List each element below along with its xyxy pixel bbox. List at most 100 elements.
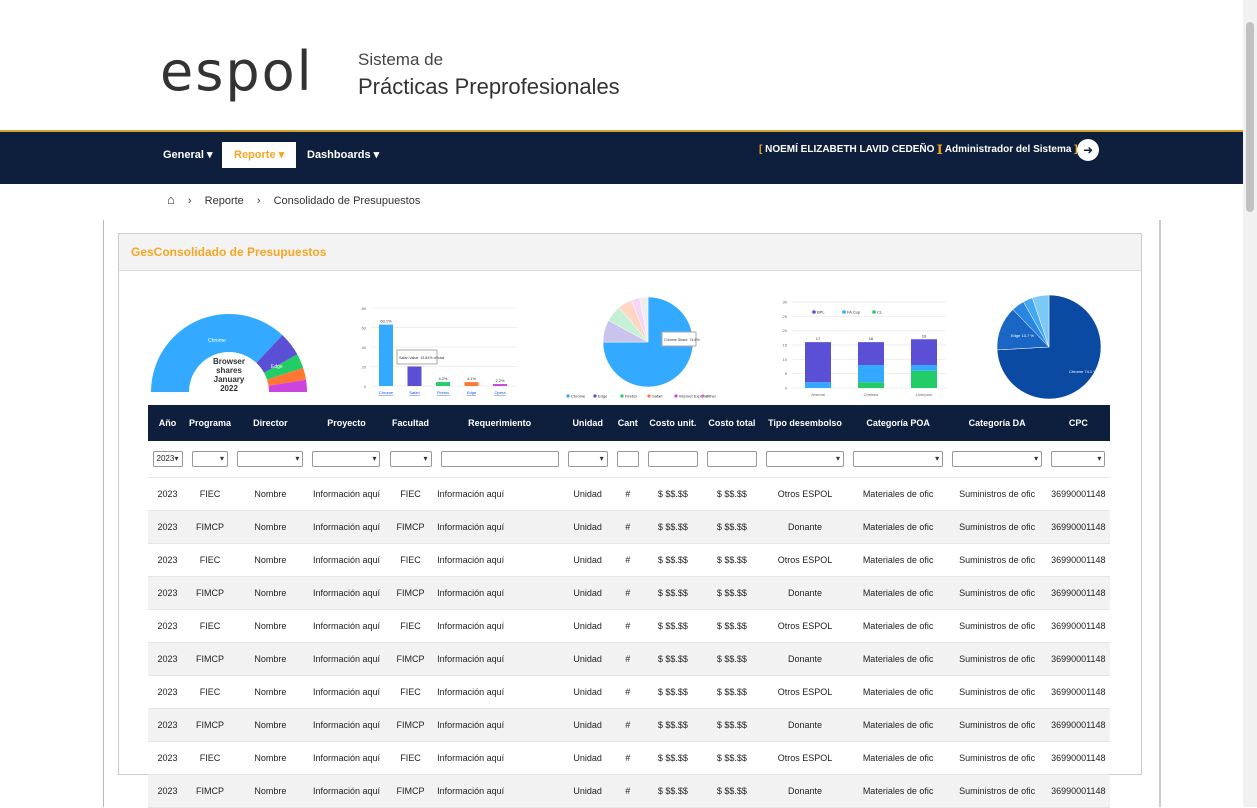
logout-icon[interactable]: ➜: [1077, 139, 1099, 161]
col-header[interactable]: Categoría POA: [848, 405, 948, 441]
table-row[interactable]: 2023 FIEC Nombre Información aquí FIEC Inform…: [148, 675, 1110, 709]
breadcrumb-current: Consolidado de Presupuestos: [273, 195, 421, 207]
table-cell: Materiales de ofic: [848, 543, 948, 577]
table-cell: 2023: [148, 741, 188, 775]
chart-dark-pie: Chrome 74.1 % Edge 13.7 %: [989, 289, 1109, 400]
filter-select[interactable]: ▾: [952, 451, 1043, 467]
x-tick-label: Firefox: [437, 390, 449, 395]
table-cell: $ $$.$$: [643, 576, 703, 610]
table-cell: Nombre: [232, 543, 308, 577]
table-cell: $ $$.$$: [643, 774, 703, 808]
table-cell: #: [612, 708, 644, 742]
table-cell: 36990001148: [1046, 642, 1110, 676]
legend-dot: [593, 394, 597, 398]
col-header[interactable]: Cant: [612, 405, 644, 441]
table-cell: $ $$.$$: [643, 741, 703, 775]
col-header[interactable]: Costo unit.: [643, 405, 703, 441]
table-cell: Información aquí: [436, 576, 564, 610]
table-cell: Suministros de ofic: [947, 708, 1047, 742]
table-cell: Suministros de ofic: [947, 576, 1047, 610]
filter-select[interactable]: ▾: [312, 451, 381, 467]
table-cell: Información aquí: [307, 675, 385, 709]
table-cell: FIEC: [187, 543, 233, 577]
table-cell: 2023: [148, 642, 188, 676]
scroll-thumb[interactable]: [1246, 22, 1254, 212]
bar-value-label: 2.2%: [495, 378, 505, 383]
table-row[interactable]: 2023 FIEC Nombre Información aquí FIEC Inform…: [148, 741, 1110, 775]
table-cell: FIMCP: [187, 576, 233, 610]
table-cell: Donante: [761, 576, 849, 610]
filter-input[interactable]: [616, 451, 639, 467]
col-header[interactable]: Programa: [187, 405, 233, 441]
y-tick: 0: [364, 384, 367, 389]
col-header[interactable]: Categoría DA: [947, 405, 1047, 441]
col-header[interactable]: Director: [232, 405, 308, 441]
home-icon[interactable]: ⌂: [167, 192, 175, 207]
nav-reporte[interactable]: Reporte ▾: [222, 142, 297, 168]
table-cell: FIEC: [187, 741, 233, 775]
table-row[interactable]: 2023 FIMCP Nombre Información aquí FIMCP Info…: [148, 774, 1110, 808]
y-tick: 20: [783, 328, 788, 333]
filter-select[interactable]: ▾: [191, 451, 228, 467]
table-cell: $ $$.$$: [702, 675, 762, 709]
slice-label-chrome: Chrome 74.1 %: [1069, 369, 1097, 374]
col-header[interactable]: CPC: [1046, 405, 1110, 441]
table-cell: 36990001148: [1046, 543, 1110, 577]
x-tick-label: Arsenal: [811, 392, 825, 397]
filter-select[interactable]: ▾: [1051, 451, 1106, 467]
budget-table: Año Programa Director Proyecto Facultad Reque…: [148, 405, 1110, 808]
bar-chrome: [379, 324, 393, 386]
legend-dot: [566, 394, 570, 398]
table-cell: #: [612, 675, 644, 709]
stack-bpl: [805, 342, 831, 383]
stacked-chart-svg: 0 5 10 15 20 25 30 BPL FA Cup CL 17 Arsenal 16 Chelse…: [783, 300, 946, 397]
table-cell: Materiales de ofic: [848, 576, 948, 610]
filter-input[interactable]: [440, 451, 559, 467]
table-cell: Información aquí: [436, 510, 564, 544]
table-row[interactable]: 2023 FIEC Nombre Información aquí FIEC Inform…: [148, 477, 1110, 511]
table-cell: Suministros de ofic: [947, 609, 1047, 643]
table-row[interactable]: 2023 FIMCP Nombre Información aquí FIMCP Info…: [148, 510, 1110, 544]
table-row[interactable]: 2023 FIMCP Nombre Información aquí FIMCP Info…: [148, 642, 1110, 676]
nav-general[interactable]: General ▾: [163, 142, 213, 168]
table-row[interactable]: 2023 FIEC Nombre Información aquí FIEC Inform…: [148, 543, 1110, 577]
filter-input[interactable]: [706, 451, 757, 467]
page-scrollbar[interactable]: [1243, 0, 1257, 807]
table-cell: Otros ESPOL: [761, 675, 849, 709]
table-cell: 36990001148: [1046, 576, 1110, 610]
filter-input[interactable]: [647, 451, 698, 467]
table-cell: $ $$.$$: [702, 510, 762, 544]
filter-select[interactable]: ▾: [237, 451, 304, 467]
col-header[interactable]: Facultad: [385, 405, 437, 441]
table-row[interactable]: 2023 FIEC Nombre Información aquí FIEC Inform…: [148, 609, 1110, 643]
filter-select[interactable]: ▾: [853, 451, 944, 467]
filter-cell: [643, 441, 703, 478]
y-tick: 40: [362, 345, 367, 350]
col-header[interactable]: Año: [148, 405, 188, 441]
table-cell: 36990001148: [1046, 774, 1110, 808]
table-cell: Información aquí: [307, 774, 385, 808]
filter-cell: 2023 ▾: [148, 441, 188, 478]
table-cell: 36990001148: [1046, 609, 1110, 643]
table-row[interactable]: 2023 FIMCP Nombre Información aquí FIMCP Info…: [148, 708, 1110, 742]
col-header[interactable]: Proyecto: [307, 405, 385, 441]
filter-select[interactable]: ▾: [389, 451, 432, 467]
nav-dashboards[interactable]: Dashboards ▾: [307, 142, 379, 168]
col-header[interactable]: Costo total: [702, 405, 762, 441]
table-row[interactable]: 2023 FIMCP Nombre Información aquí FIMCP Info…: [148, 576, 1110, 610]
table-cell: $ $$.$$: [702, 774, 762, 808]
filter-select[interactable]: ▾: [766, 451, 844, 467]
bar-value-label: 63.1%: [380, 319, 392, 324]
table-cell: 36990001148: [1046, 708, 1110, 742]
col-header[interactable]: Requerimiento: [436, 405, 564, 441]
table-cell: Donante: [761, 642, 849, 676]
filter-cell: ▾: [307, 441, 385, 478]
table-cell: Unidad: [563, 477, 613, 511]
breadcrumb-reporte[interactable]: Reporte: [205, 195, 244, 207]
filter-select[interactable]: ▾: [567, 451, 608, 467]
table-cell: 2023: [148, 708, 188, 742]
col-header[interactable]: Unidad: [563, 405, 613, 441]
filter-select[interactable]: 2023 ▾: [152, 451, 183, 467]
col-header[interactable]: Tipo desembolso: [761, 405, 849, 441]
table-cell: Nombre: [232, 675, 308, 709]
